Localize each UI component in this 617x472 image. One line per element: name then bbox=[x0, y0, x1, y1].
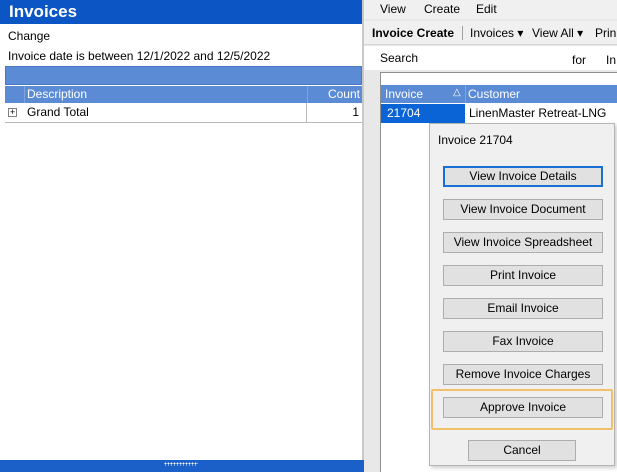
invoices-dropdown[interactable]: Invoices ▾ bbox=[470, 26, 523, 40]
change-link[interactable]: Change bbox=[8, 29, 50, 43]
search-label: Search bbox=[380, 51, 419, 65]
table-row[interactable]: + Grand Total 1 bbox=[5, 103, 362, 123]
view-invoice-spreadsheet-button[interactable]: View Invoice Spreadsheet bbox=[443, 232, 603, 253]
group-by-strip bbox=[5, 66, 362, 85]
column-header-customer[interactable]: Customer bbox=[468, 87, 520, 101]
for-label: for bbox=[572, 53, 587, 67]
print-button[interactable]: Prin bbox=[595, 26, 616, 40]
invoices-panel: Invoices Change Invoice date is between … bbox=[0, 0, 364, 472]
invoice-actions-popup: Invoice 21704 View Invoice Details View … bbox=[429, 123, 615, 466]
fax-invoice-button[interactable]: Fax Invoice bbox=[443, 331, 603, 352]
row-invoice-number[interactable]: 21704 bbox=[381, 104, 465, 123]
approve-invoice-button[interactable]: Approve Invoice bbox=[443, 397, 603, 418]
print-invoice-button[interactable]: Print Invoice bbox=[443, 265, 603, 286]
column-separator[interactable] bbox=[465, 85, 466, 103]
email-invoice-button[interactable]: Email Invoice bbox=[443, 298, 603, 319]
remove-invoice-charges-button[interactable]: Remove Invoice Charges bbox=[443, 364, 603, 385]
menu-create[interactable]: Create bbox=[424, 2, 460, 16]
menu-edit[interactable]: Edit bbox=[476, 2, 497, 16]
panel-title: Invoices bbox=[0, 0, 364, 24]
menu-bar: View Create Edit bbox=[364, 0, 617, 19]
toolbar: Invoice Create Invoices ▾ View All ▾ Pri… bbox=[364, 21, 617, 45]
search-field-dropdown[interactable]: In bbox=[606, 53, 616, 67]
view-all-dropdown[interactable]: View All ▾ bbox=[532, 26, 583, 40]
view-invoice-document-button[interactable]: View Invoice Document bbox=[443, 199, 603, 220]
row-customer[interactable]: LinenMaster Retreat-LNG bbox=[469, 106, 606, 120]
cancel-button[interactable]: Cancel bbox=[468, 440, 576, 461]
sort-ascending-icon: △ bbox=[453, 87, 461, 98]
splitter-grip-icon[interactable] bbox=[164, 462, 198, 466]
expand-icon[interactable]: + bbox=[8, 108, 17, 117]
row-description: Grand Total bbox=[24, 103, 307, 122]
table-row[interactable]: 21704 LinenMaster Retreat-LNG bbox=[381, 104, 617, 123]
column-header-description[interactable]: Description bbox=[24, 86, 307, 103]
summary-grid-header: Description Count bbox=[5, 86, 362, 103]
invoice-list-header: Invoice △ Customer bbox=[381, 85, 617, 103]
popup-title: Invoice 21704 bbox=[438, 133, 513, 147]
toolbar-separator bbox=[462, 26, 463, 40]
row-count: 1 bbox=[352, 105, 359, 119]
filter-description: Invoice date is between 12/1/2022 and 12… bbox=[8, 49, 271, 63]
column-header-invoice[interactable]: Invoice bbox=[385, 87, 423, 101]
view-invoice-details-button[interactable]: View Invoice Details bbox=[443, 166, 603, 187]
menu-view[interactable]: View bbox=[380, 2, 406, 16]
column-header-count[interactable]: Count bbox=[307, 86, 362, 103]
invoice-create-button[interactable]: Invoice Create bbox=[372, 26, 454, 40]
search-bar: Search for In bbox=[364, 46, 617, 70]
